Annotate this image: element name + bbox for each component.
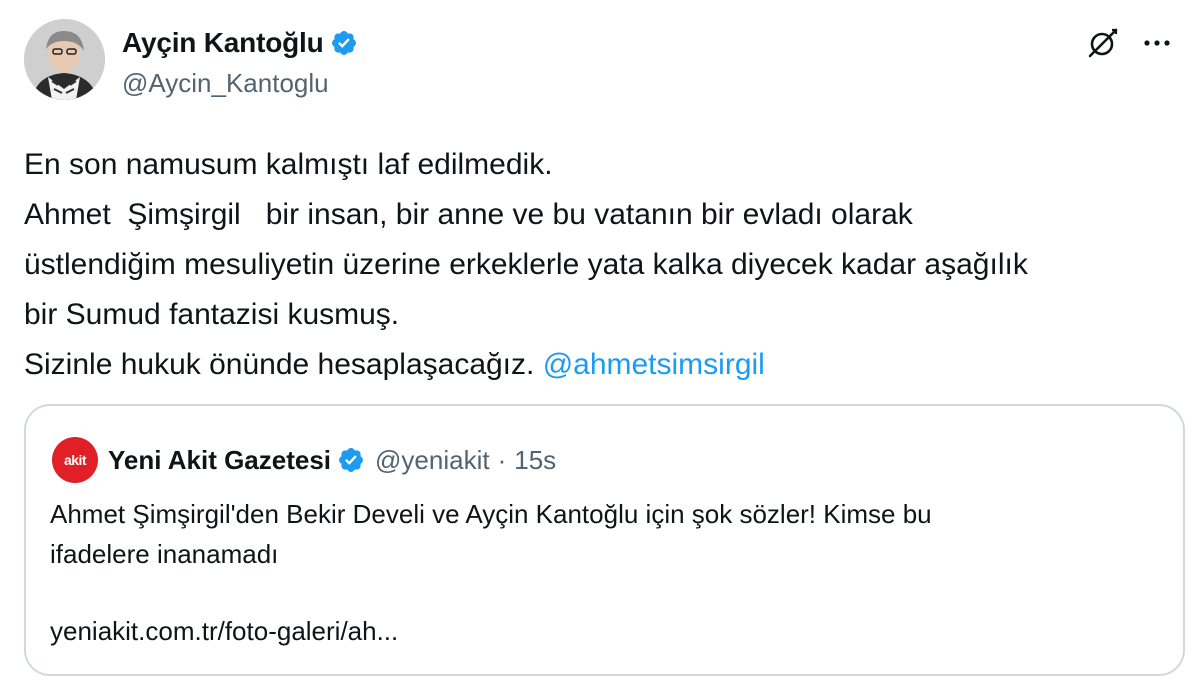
verified-badge-icon[interactable] (330, 29, 358, 57)
grok-icon[interactable] (1086, 26, 1120, 60)
akit-logo[interactable]: akit (52, 437, 98, 483)
mention-link[interactable]: @ahmetsimsirgil (543, 348, 765, 381)
author-name-row: Ayçin Kantoğlu (122, 26, 358, 60)
author-handle[interactable]: @Aycin_Kantoglu (122, 68, 358, 99)
tweet: Ayçin Kantoğlu @Aycin_Kantoglu En son na… (0, 0, 1200, 695)
verified-badge-icon (339, 448, 363, 472)
tweet-line: En son namusum kalmıştı laf edilmedik. (24, 148, 553, 181)
quoted-header: akit Yeni Akit Gazetesi @yeniakit · 15s (52, 437, 556, 483)
tweet-line: Ahmet Şimşirgil bir insan, bir anne ve b… (24, 198, 913, 231)
tweet-line: üstlendiğim mesuliyetin üzerine erkekler… (24, 248, 1028, 281)
quoted-text-line: Ahmet Şimşirgil'den Bekir Develi ve Ayçi… (50, 499, 932, 529)
quoted-link[interactable]: yeniakit.com.tr/foto-galeri/ah... (50, 616, 398, 647)
quoted-tweet[interactable]: akit Yeni Akit Gazetesi @yeniakit · 15s … (24, 404, 1185, 676)
author-header: Ayçin Kantoğlu @Aycin_Kantoglu (122, 26, 358, 99)
more-icon[interactable] (1142, 26, 1172, 60)
quoted-display-name[interactable]: Yeni Akit Gazetesi (108, 445, 331, 476)
quoted-text: Ahmet Şimşirgil'den Bekir Develi ve Ayçi… (50, 494, 1150, 574)
quoted-text-line: ifadelere inanamadı (50, 539, 279, 569)
author-display-name[interactable]: Ayçin Kantoğlu (122, 27, 324, 59)
tweet-line: Sizinle hukuk önünde hesaplaşacağız. (24, 348, 543, 381)
profile-photo-icon (24, 19, 105, 100)
tweet-actions (1086, 26, 1172, 60)
tweet-text: En son namusum kalmıştı laf edilmedik. A… (24, 140, 1174, 390)
tweet-line: bir Sumud fantazisi kusmuş. (24, 298, 400, 331)
quoted-timestamp[interactable]: 15s (514, 445, 556, 476)
separator-dot: · (497, 444, 507, 475)
quoted-handle[interactable]: @yeniakit (375, 445, 490, 476)
avatar[interactable] (24, 19, 105, 100)
